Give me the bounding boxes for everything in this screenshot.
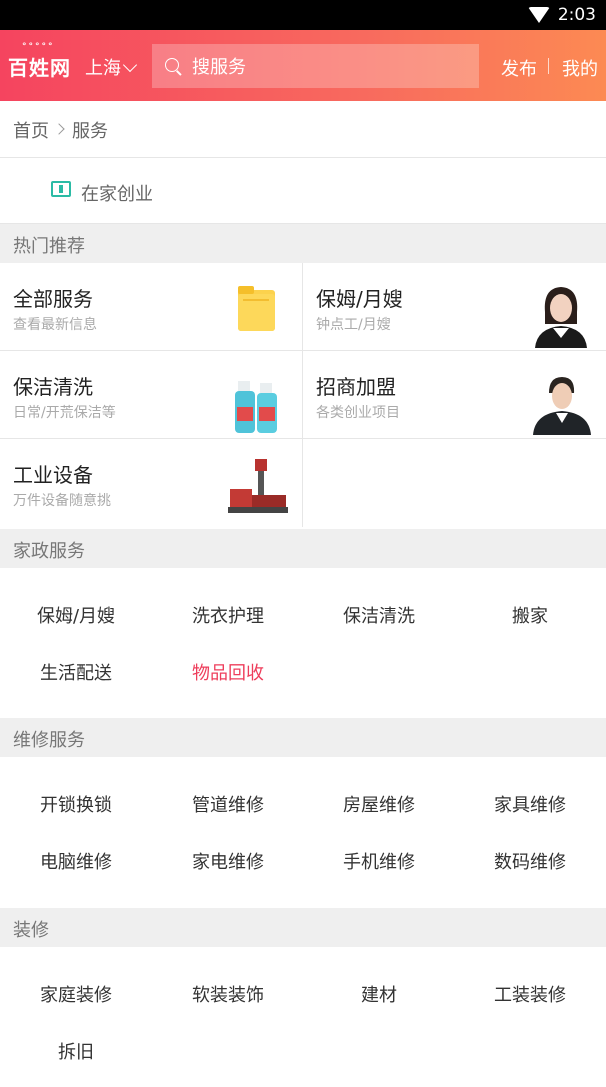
service-item[interactable]: 手机维修 — [303, 848, 455, 874]
city-selector[interactable]: 上海 — [85, 54, 138, 80]
section-title: 装修 — [13, 920, 49, 941]
card-title: 保洁清洗 — [13, 375, 93, 399]
section-header-housekeeping: 家政服务 — [0, 529, 606, 568]
card-subtitle: 钟点工/月嫂 — [316, 317, 391, 333]
cleaning-spray-icon — [235, 381, 277, 433]
startup-entry[interactable]: 在家创业 — [0, 159, 606, 224]
hot-grid: 全部服务 查看最新信息 保姆/月嫂 钟点工/月嫂 保洁清洗 日常/开荒保洁等 招… — [0, 263, 606, 529]
businessman-photo — [533, 377, 591, 435]
card-title: 招商加盟 — [316, 375, 396, 399]
repair-grid: 开锁换锁 管道维修 房屋维修 家具维修 电脑维修 家电维修 手机维修 数码维修 — [0, 757, 606, 908]
card-subtitle: 各类创业项目 — [316, 405, 400, 421]
publish-button[interactable]: 发布 — [501, 55, 537, 81]
card-subtitle: 万件设备随意挑 — [13, 493, 111, 509]
breadcrumb: 首页 服务 — [0, 101, 606, 158]
section-header-hot: 热门推荐 — [0, 224, 606, 263]
service-item[interactable]: 生活配送 — [0, 659, 152, 685]
service-item[interactable]: 家具维修 — [454, 791, 606, 817]
service-item[interactable]: 家电维修 — [152, 848, 304, 874]
section-title: 热门推荐 — [13, 236, 85, 257]
service-item[interactable]: 搬家 — [454, 602, 606, 628]
chevron-down-icon — [122, 57, 138, 73]
search-icon — [165, 58, 179, 72]
startup-label: 在家创业 — [81, 184, 153, 205]
section-title: 家政服务 — [13, 541, 85, 562]
service-item[interactable]: 数码维修 — [454, 848, 606, 874]
startup-icon — [51, 181, 71, 197]
status-bar: 2:03 — [0, 0, 606, 30]
card-title: 保姆/月嫂 — [316, 287, 403, 311]
city-label: 上海 — [85, 58, 121, 79]
section-header-repair: 维修服务 — [0, 718, 606, 757]
service-item[interactable]: 开锁换锁 — [0, 791, 152, 817]
service-item[interactable]: 家庭装修 — [0, 981, 152, 1007]
search-input[interactable] — [190, 44, 474, 90]
service-item[interactable]: 房屋维修 — [303, 791, 455, 817]
card-title: 全部服务 — [13, 287, 93, 311]
machine-tool-icon — [228, 459, 288, 513]
breadcrumb-home[interactable]: 首页 — [13, 117, 49, 143]
breadcrumb-current: 服务 — [72, 121, 108, 142]
wifi-icon — [528, 7, 550, 23]
card-subtitle: 日常/开荒保洁等 — [13, 405, 116, 421]
decor-grid: 家庭装修 软装装饰 建材 工装装修 拆旧 — [0, 947, 606, 1087]
card-nanny[interactable]: 保姆/月嫂 钟点工/月嫂 — [303, 263, 606, 351]
service-item[interactable]: 洗衣护理 — [152, 602, 304, 628]
service-item[interactable]: 软装装饰 — [152, 981, 304, 1007]
card-franchise[interactable]: 招商加盟 各类创业项目 — [303, 351, 606, 439]
housekeeping-grid: 保姆/月嫂 洗衣护理 保洁清洗 搬家 生活配送 物品回收 — [0, 568, 606, 718]
divider — [548, 58, 549, 74]
service-item[interactable]: 管道维修 — [152, 791, 304, 817]
chevron-right-icon — [53, 123, 65, 135]
logo-text: 百姓网 — [8, 56, 71, 80]
mine-button[interactable]: 我的 — [562, 55, 598, 81]
folder-icon — [238, 286, 275, 331]
service-item[interactable]: 建材 — [303, 981, 455, 1007]
service-item[interactable]: 工装装修 — [454, 981, 606, 1007]
service-item[interactable]: 电脑维修 — [0, 848, 152, 874]
service-item[interactable]: 物品回收 — [152, 659, 304, 685]
service-item[interactable]: 保姆/月嫂 — [0, 602, 152, 628]
nanny-photo — [535, 287, 587, 348]
service-item[interactable]: 拆旧 — [0, 1038, 152, 1064]
logo[interactable]: °°°°° 百姓网 — [8, 42, 71, 81]
section-header-decor: 装修 — [0, 908, 606, 947]
card-title: 工业设备 — [13, 463, 93, 487]
section-title: 维修服务 — [13, 730, 85, 751]
card-subtitle: 查看最新信息 — [13, 317, 97, 333]
logo-dots-icon: °°°°° — [22, 42, 55, 52]
service-item[interactable]: 保洁清洗 — [303, 602, 455, 628]
card-all-services[interactable]: 全部服务 查看最新信息 — [0, 263, 303, 351]
header: °°°°° 百姓网 上海 发布 我的 — [0, 30, 606, 101]
clock: 2:03 — [557, 5, 596, 25]
card-industrial-equipment[interactable]: 工业设备 万件设备随意挑 — [0, 439, 303, 527]
card-cleaning[interactable]: 保洁清洗 日常/开荒保洁等 — [0, 351, 303, 439]
search-bar[interactable] — [152, 44, 479, 90]
